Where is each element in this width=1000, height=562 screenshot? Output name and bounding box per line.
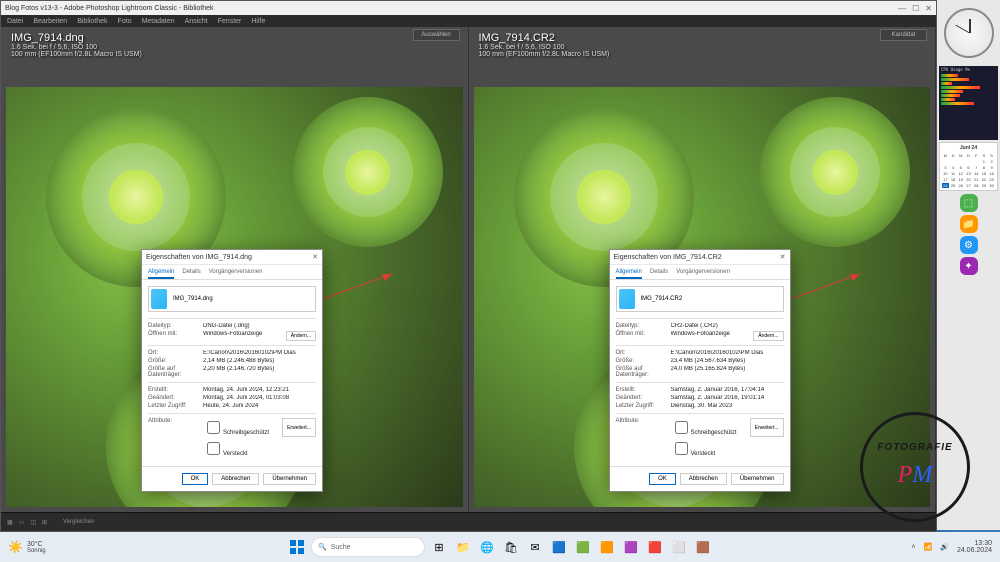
- advanced-button[interactable]: Erweitert...: [750, 418, 784, 437]
- properties-dialog-right: Eigenschaften von IMG_7914.CR2 ✕ Allgemei…: [609, 249, 791, 492]
- compare-view-icon[interactable]: ◫: [30, 519, 36, 526]
- desktop-shortcut-icon[interactable]: 📁: [960, 215, 978, 233]
- taskbar-time[interactable]: 13:30: [957, 540, 992, 547]
- ok-button[interactable]: OK: [182, 473, 209, 485]
- filename-field[interactable]: IMG_7914.dng: [173, 296, 213, 302]
- tab-versions[interactable]: Vorgängerversionen: [209, 269, 263, 279]
- hidden-checkbox[interactable]: [675, 442, 688, 455]
- cancel-button[interactable]: Abbrechen: [212, 473, 259, 485]
- menu-item[interactable]: Fenster: [218, 18, 242, 25]
- cpu-gadget[interactable]: CPU Usage 9%: [939, 66, 998, 140]
- taskbar: ☀️ 30°C Sonnig 🔍Suche ⊞ 📁 🌐 🛍 ✉ 🟦 🟩 🟧 🟪 …: [0, 532, 1000, 562]
- menu-item[interactable]: Ansicht: [185, 18, 208, 25]
- meta-right-2: 100 mm (EF100mm f/2.8L Macro IS USM): [479, 51, 926, 58]
- menu-item[interactable]: Bearbeiten: [33, 18, 67, 25]
- desktop-shortcut-icon[interactable]: ✦: [960, 257, 978, 275]
- app-icon[interactable]: 🟪: [621, 537, 641, 557]
- weather-cond: Sonnig: [27, 548, 46, 554]
- meta-left-1: 1.6 Sek. bei f / 5,6, ISO 100: [11, 44, 458, 51]
- close-icon[interactable]: ✕: [780, 253, 786, 261]
- tab-versions[interactable]: Vorgängerversionen: [676, 269, 730, 279]
- calendar-gadget[interactable]: Juni 24 MDMDFSS 12 3456789 1011121314151…: [939, 142, 998, 191]
- watermark-logo: FOTOGRAFIE PM: [860, 412, 970, 522]
- clock-gadget[interactable]: [944, 8, 994, 58]
- edge-icon[interactable]: 🌐: [477, 537, 497, 557]
- tray-chevron-icon[interactable]: ˄: [911, 544, 915, 551]
- compare-label: Vergleichen: [63, 519, 94, 525]
- cancel-button[interactable]: Abbrechen: [680, 473, 727, 485]
- desktop-shortcut-icon[interactable]: ⚙: [960, 236, 978, 254]
- store-icon[interactable]: 🛍: [501, 537, 521, 557]
- cpu-title: CPU Usage 9%: [941, 68, 996, 73]
- search-icon: 🔍: [318, 543, 327, 551]
- grid-view-icon[interactable]: ▦: [7, 519, 13, 526]
- volume-icon[interactable]: 🔊: [940, 543, 949, 551]
- weather-temp: 30°C: [27, 541, 46, 548]
- app-icon[interactable]: 🟫: [693, 537, 713, 557]
- menu-item[interactable]: Hilfe: [251, 18, 265, 25]
- maximize-icon[interactable]: ☐: [912, 4, 919, 13]
- readonly-checkbox[interactable]: [675, 421, 688, 434]
- lightroom-footer: ▦ ▭ ◫ ⊞ Vergleichen: [1, 512, 936, 531]
- task-view-icon[interactable]: ⊞: [429, 537, 449, 557]
- window-title: Blog Fotos v13-3 - Adobe Photoshop Light…: [5, 5, 214, 12]
- calendar-month: Juni 24: [942, 145, 995, 151]
- meta-right-1: 1.6 Sek. bei f / 5,6, ISO 100: [479, 44, 926, 51]
- change-button[interactable]: Ändern...: [286, 331, 316, 341]
- ok-button[interactable]: OK: [649, 473, 676, 485]
- app-icon[interactable]: 🟧: [597, 537, 617, 557]
- properties-dialog-left: Eigenschaften von IMG_7914.dng ✕ Allgemei…: [141, 249, 323, 492]
- minimize-icon[interactable]: —: [898, 4, 906, 13]
- filename-field[interactable]: IMG_7914.CR2: [641, 296, 683, 302]
- readonly-checkbox[interactable]: [207, 421, 220, 434]
- desktop-shortcut-icon[interactable]: ⬚: [960, 194, 978, 212]
- app-icon[interactable]: 🟥: [645, 537, 665, 557]
- tab-details[interactable]: Details: [182, 269, 200, 279]
- change-button[interactable]: Ändern...: [753, 331, 783, 341]
- explorer-icon[interactable]: 📁: [453, 537, 473, 557]
- dialog-title: Eigenschaften von IMG_7914.CR2: [614, 254, 722, 261]
- dialog-title: Eigenschaften von IMG_7914.dng: [146, 254, 252, 261]
- app-icon[interactable]: 🟦: [549, 537, 569, 557]
- lightroom-window: Blog Fotos v13-3 - Adobe Photoshop Light…: [0, 0, 937, 532]
- taskbar-date[interactable]: 24.06.2024: [957, 547, 992, 554]
- menu-item[interactable]: Datei: [7, 18, 23, 25]
- loupe-view-icon[interactable]: ▭: [19, 519, 25, 526]
- mail-icon[interactable]: ✉: [525, 537, 545, 557]
- start-icon[interactable]: [287, 537, 307, 557]
- app-icon[interactable]: 🟩: [573, 537, 593, 557]
- menu-item[interactable]: Foto: [118, 18, 132, 25]
- search-input[interactable]: 🔍Suche: [311, 537, 425, 557]
- survey-view-icon[interactable]: ⊞: [42, 519, 47, 526]
- filename-right: IMG_7914.CR2: [479, 32, 926, 44]
- hidden-checkbox[interactable]: [207, 442, 220, 455]
- compare-left-pane: Auswählen IMG_7914.dng 1.6 Sek. bei f / …: [1, 27, 469, 512]
- tab-general[interactable]: Allgemein: [616, 269, 642, 279]
- menu-item[interactable]: Bibliothek: [77, 18, 107, 25]
- menu-item[interactable]: Metadaten: [142, 18, 175, 25]
- tab-details[interactable]: Details: [650, 269, 668, 279]
- apply-button[interactable]: Übernehmen: [263, 473, 316, 485]
- close-icon[interactable]: ✕: [925, 4, 932, 13]
- close-icon[interactable]: ✕: [312, 253, 318, 261]
- titlebar[interactable]: Blog Fotos v13-3 - Adobe Photoshop Light…: [1, 1, 936, 15]
- filename-left: IMG_7914.dng: [11, 32, 458, 44]
- file-icon: [619, 289, 635, 309]
- file-icon: [151, 289, 167, 309]
- advanced-button[interactable]: Erweitert...: [282, 418, 316, 437]
- logo-text: FOTOGRAFIE: [860, 442, 970, 453]
- tab-general[interactable]: Allgemein: [148, 269, 174, 279]
- meta-left-2: 100 mm (EF100mm f/2.8L Macro IS USM): [11, 51, 458, 58]
- menubar: Datei Bearbeiten Bibliothek Foto Metadat…: [1, 15, 936, 27]
- wifi-icon[interactable]: 📶: [924, 543, 933, 551]
- apply-button[interactable]: Übernehmen: [731, 473, 784, 485]
- weather-icon[interactable]: ☀️: [8, 540, 23, 554]
- app-icon[interactable]: ⬜: [669, 537, 689, 557]
